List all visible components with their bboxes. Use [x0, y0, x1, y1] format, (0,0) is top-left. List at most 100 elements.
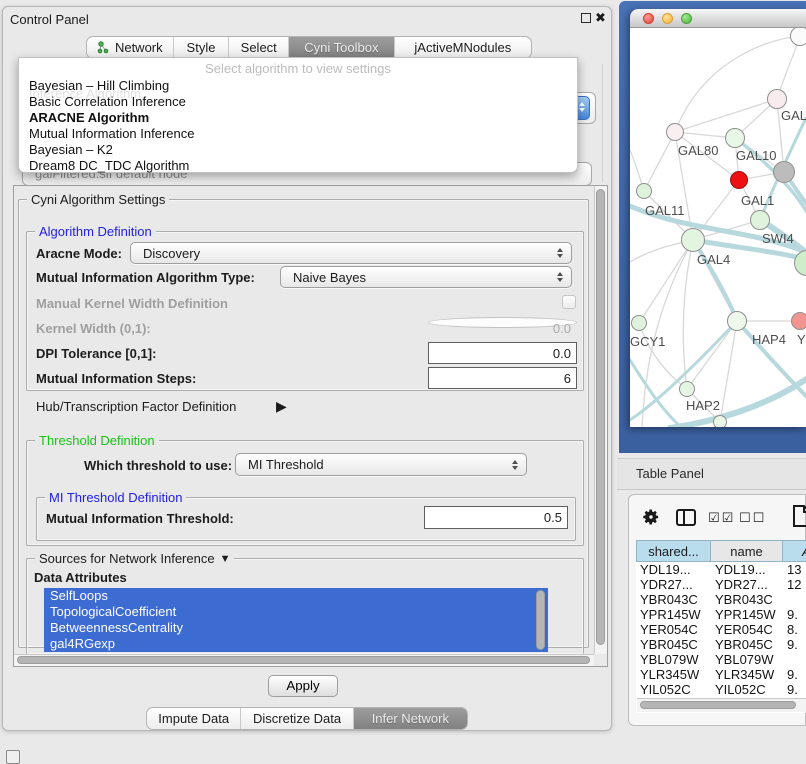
aracne-mode-combobox[interactable]: Discovery [130, 242, 572, 264]
node[interactable] [713, 415, 727, 427]
table-row[interactable]: YIL052CYIL052C9. [636, 682, 806, 697]
node-swi4[interactable] [750, 210, 770, 230]
table-row[interactable]: YPR145WYPR145W9. [636, 607, 806, 622]
table-row[interactable]: YER054CYER054C8. [636, 622, 806, 637]
sources-title-row[interactable]: Sources for Network Inference ▼ [35, 551, 234, 566]
table-hscrollbar-thumb[interactable] [640, 701, 796, 709]
algorithm-option[interactable]: Mutual Information Inference [29, 126, 194, 142]
tab-style[interactable]: Style [173, 37, 229, 58]
mi-threshold-field[interactable]: 0.5 [424, 506, 568, 529]
settings-hscrollbar-thumb[interactable] [17, 656, 590, 664]
table-row[interactable]: YDR27...YDR27...12 [636, 577, 806, 592]
collapse-down-icon: ▼ [220, 553, 231, 565]
algorithm-option[interactable]: Basic Correlation Inference [29, 94, 186, 110]
table-panel-title: Table Panel [636, 466, 704, 481]
algorithm-placeholder: Select algorithm to view settings [19, 61, 577, 76]
node-label: GAL10 [736, 148, 776, 163]
node-label: GAL1 [741, 193, 774, 208]
node[interactable] [791, 312, 806, 330]
cell-name: YIL052C [711, 682, 783, 697]
attribute-item-selected[interactable]: SelfLoops [44, 588, 548, 604]
cell-name: YLR345W [711, 667, 783, 682]
which-threshold-combobox[interactable]: MI Threshold [235, 453, 527, 476]
network-window-titlebar[interactable] [630, 9, 806, 28]
kernel-width-field[interactable]: 0.0 [428, 317, 577, 328]
node-gal80[interactable] [666, 123, 684, 141]
deselect-all-icon[interactable]: ☐☐ [739, 511, 766, 526]
mac-zoom-icon[interactable] [681, 13, 692, 24]
chevron-updown-icon [504, 460, 526, 470]
column-header-partial[interactable]: A [782, 540, 806, 562]
algorithm-option[interactable]: Dream8 DC_TDC Algorithm [29, 158, 189, 174]
node-gcy1[interactable] [631, 315, 647, 331]
node-hap4[interactable] [727, 311, 747, 331]
dpi-tolerance-field[interactable]: 0.0 [428, 342, 577, 364]
sources-title: Sources for Network Inference [39, 551, 215, 566]
mi-threshold-label: Mutual Information Threshold: [46, 511, 234, 526]
cell-value [783, 592, 787, 607]
columns-icon[interactable] [676, 509, 696, 529]
cell-value: 13 [783, 562, 801, 577]
node-gal4[interactable] [681, 228, 705, 252]
table-row[interactable]: YDL19...YDL19...13 [636, 562, 806, 577]
mi-algorithm-type-combobox[interactable]: Naive Bayes [280, 266, 572, 288]
manual-kernel-checkbox[interactable] [562, 295, 576, 309]
cell-shared: YBL079W [636, 652, 711, 667]
cyni-algorithm-settings-title: Cyni Algorithm Settings [27, 192, 169, 207]
tab-jactivemnodules[interactable]: jActiveMNodules [394, 37, 531, 58]
column-header-name[interactable]: name [710, 540, 783, 562]
algorithm-option[interactable]: Bayesian – Hill Climbing [29, 78, 169, 94]
file-icon[interactable] [792, 504, 806, 531]
node-hap2[interactable] [679, 381, 695, 397]
tab-impute-data[interactable]: Impute Data [147, 708, 240, 729]
mi-steps-field[interactable]: 6 [428, 367, 577, 389]
cell-shared: YPR145W [636, 607, 711, 622]
attribute-item-selected[interactable]: BetweennessCentrality [44, 620, 548, 636]
node[interactable] [773, 161, 795, 183]
node-label: GAL4 [697, 252, 730, 267]
tab-select[interactable]: Select [228, 37, 288, 58]
groupbox-edge-fragment [602, 64, 603, 182]
network-window[interactable]: GAL GAL80 GAL10 GAL1 GAL11 SWI4 GAL4 GCY… [630, 9, 806, 427]
node-label: GAL80 [678, 143, 718, 158]
cell-shared: YER054C [636, 622, 711, 637]
node-label: SWI4 [762, 231, 794, 246]
column-header-shared-name[interactable]: shared... [636, 540, 711, 562]
apply-button[interactable]: Apply [268, 675, 338, 697]
mac-close-icon[interactable] [643, 13, 654, 24]
hub-definition-label[interactable]: Hub/Transcription Factor Definition [36, 399, 236, 414]
dpi-tolerance-label: DPI Tolerance [0,1]: [36, 346, 156, 361]
tab-cyni-toolbox[interactable]: Cyni Toolbox [288, 37, 394, 58]
algorithm-option-selected[interactable]: ARACNE Algorithm [29, 110, 149, 126]
table-row[interactable]: YLR345WYLR345W9. [636, 667, 806, 682]
network-canvas[interactable]: GAL GAL80 GAL10 GAL1 GAL11 SWI4 GAL4 GCY… [630, 28, 806, 427]
tab-infer-network[interactable]: Infer Network [353, 708, 467, 729]
table-row[interactable]: YBL079WYBL079W [636, 652, 806, 667]
node-gal11[interactable] [636, 183, 652, 199]
node[interactable] [767, 89, 787, 109]
tab-discretize-data[interactable]: Discretize Data [240, 708, 352, 729]
gear-icon[interactable] [642, 508, 660, 529]
attribute-item-selected[interactable]: TopologicalCoefficient [44, 604, 548, 620]
data-attributes-list: SelfLoops TopologicalCoefficient Between… [44, 588, 548, 652]
table-row[interactable]: YBR043CYBR043C [636, 592, 806, 607]
node[interactable] [790, 28, 806, 46]
table-row[interactable]: YBR045CYBR045C9. [636, 637, 806, 652]
expand-right-icon[interactable]: ▶ [276, 398, 287, 415]
attribute-item-selected[interactable]: gal4RGexp [44, 636, 548, 652]
select-all-icon[interactable]: ☑☑ [708, 511, 735, 526]
close-icon[interactable]: ✖ [595, 10, 606, 26]
node-label: GAL [781, 108, 806, 123]
restore-icon[interactable] [581, 13, 591, 23]
mac-minimize-icon[interactable] [662, 13, 673, 24]
cell-name: YDR27... [711, 577, 783, 592]
algorithm-option[interactable]: Bayesian – K2 [29, 142, 113, 158]
settings-vscrollbar-thumb[interactable] [596, 189, 605, 645]
node-label: GAL11 [645, 203, 685, 218]
tab-style-label: Style [187, 40, 216, 55]
cell-name: YER054C [711, 622, 783, 637]
tab-network[interactable]: Network [87, 37, 173, 58]
node-gal10[interactable] [725, 128, 745, 148]
attribute-list-scrollbar[interactable] [536, 590, 545, 650]
node-gal1-selected[interactable] [730, 171, 748, 189]
